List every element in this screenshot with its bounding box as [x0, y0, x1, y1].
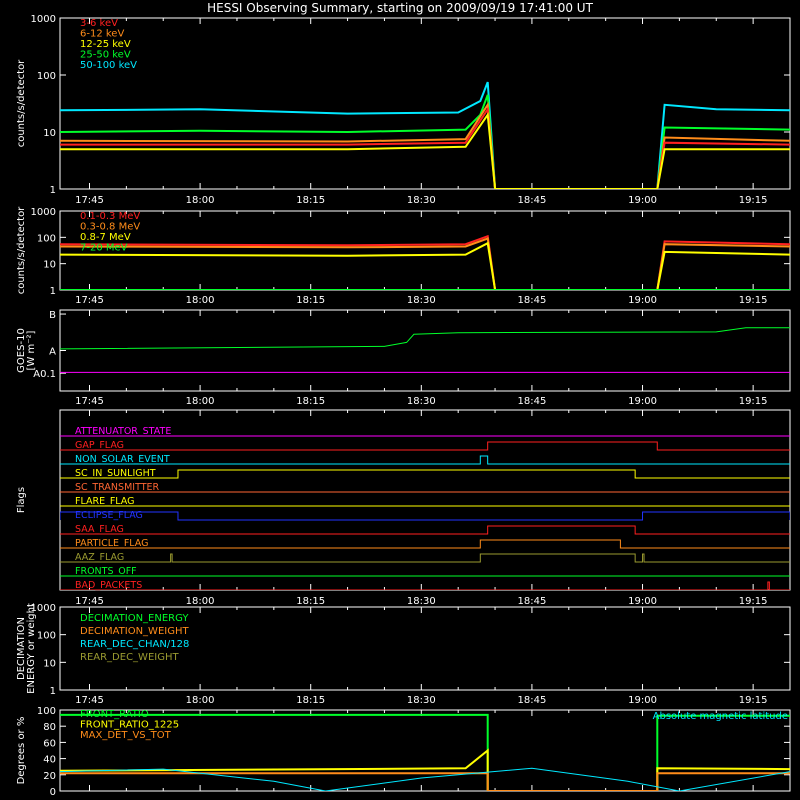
flag-label: BAD_PACKETS: [75, 580, 142, 591]
y-tick-label: 100: [37, 71, 56, 82]
legend-entry: REAR_DEC_CHAN/128: [80, 639, 189, 650]
flag-label: GAP_FLAG: [75, 440, 124, 451]
y-axis-label-2: [W m⁻²]: [26, 330, 37, 370]
x-tick-label: 19:15: [739, 695, 768, 706]
flag-label: ATTENUATOR_STATE: [75, 426, 171, 437]
x-tick-label: 19:00: [628, 596, 657, 607]
legend-entry: 0.8-7 MeV: [80, 232, 131, 243]
x-tick-label: 18:45: [518, 295, 547, 306]
y-tick-label: 1000: [31, 14, 56, 25]
x-tick-label: 18:30: [407, 396, 436, 407]
x-tick-label: 17:45: [75, 295, 104, 306]
x-tick-label: 18:45: [518, 195, 547, 206]
y-tick-label: 10: [43, 658, 56, 669]
y-tick-label: 1: [50, 185, 56, 196]
flag-label: FRONTS_OFF: [75, 566, 137, 577]
y-tick-label: 100: [37, 706, 56, 717]
y-axis-label-2: ENERGY or weight: [26, 603, 37, 694]
x-tick-label: 18:15: [296, 295, 325, 306]
y-tick-label: 10: [43, 260, 56, 271]
hessi-summary-figure: HESSI Observing Summary, starting on 200…: [0, 0, 800, 800]
y-axis-label: counts/s/detector: [16, 206, 27, 294]
figure-background: [0, 0, 800, 800]
x-tick-label: 18:00: [186, 396, 215, 407]
y-tick-label: 80: [43, 722, 56, 733]
x-tick-label: 19:15: [739, 596, 768, 607]
y-tick-label: 10: [43, 128, 56, 139]
legend-entry: DECIMATION_ENERGY: [80, 613, 189, 624]
x-tick-label: 18:00: [186, 295, 215, 306]
x-tick-label: 18:30: [407, 596, 436, 607]
legend-entry: 50-100 keV: [80, 60, 137, 71]
legend-entry: 3-6 keV: [80, 18, 118, 29]
legend-entry: 12-25 keV: [80, 39, 131, 50]
x-tick-label: 17:45: [75, 596, 104, 607]
x-tick-label: 18:00: [186, 596, 215, 607]
legend-entry: MAX_DET_VS_TOT: [80, 730, 172, 741]
y-tick-label: 100: [37, 233, 56, 244]
y-tick-label: 100: [37, 631, 56, 642]
x-tick-label: 19:00: [628, 695, 657, 706]
x-tick-label: 18:30: [407, 295, 436, 306]
flag-label: PARTICLE_FLAG: [75, 538, 148, 549]
x-tick-label: 18:15: [296, 695, 325, 706]
y-tick-label: 60: [43, 738, 56, 749]
x-tick-label: 19:00: [628, 295, 657, 306]
legend-entry: 25-50 keV: [80, 50, 131, 61]
y-axis-label: counts/s/detector: [16, 59, 27, 147]
legend-entry: REAR_DEC_WEIGHT: [80, 652, 179, 663]
y-tick-label: 1000: [31, 207, 56, 218]
y-axis-label: Degrees or %: [16, 717, 27, 785]
x-tick-label: 18:30: [407, 195, 436, 206]
x-tick-label: 17:45: [75, 695, 104, 706]
y-tick-label: 40: [43, 755, 56, 766]
y-tick-label: 20: [43, 771, 56, 782]
legend-entry: 0.1-0.3 MeV: [80, 211, 140, 222]
flag-label: SAA_FLAG: [75, 524, 124, 535]
x-tick-label: 18:45: [518, 596, 547, 607]
legend-entry: 6-12 keV: [80, 29, 124, 40]
x-tick-label: 18:30: [407, 695, 436, 706]
legend-entry: FRONT_RATIO_1225: [80, 720, 179, 731]
figure-title: HESSI Observing Summary, starting on 200…: [207, 1, 593, 15]
y-tick-label: 0: [50, 787, 56, 798]
flag-label: ECLIPSE_FLAG: [75, 510, 143, 521]
legend-entry: DECIMATION_WEIGHT: [80, 626, 189, 637]
x-tick-label: 18:15: [296, 596, 325, 607]
flag-label: AAZ_FLAG: [75, 552, 124, 563]
x-tick-label: 19:15: [739, 195, 768, 206]
x-tick-label: 18:45: [518, 695, 547, 706]
x-tick-label: 19:00: [628, 396, 657, 407]
y-tick-label: 1: [50, 686, 56, 697]
flag-label: SC_TRANSMITTER: [75, 482, 160, 493]
y-tick-label: B: [49, 310, 56, 321]
x-tick-label: 18:00: [186, 695, 215, 706]
flag-label: NON_SOLAR_EVENT: [75, 454, 170, 465]
legend-entry: 7-20 MeV: [80, 243, 128, 254]
x-tick-label: 18:15: [296, 195, 325, 206]
y-tick-label: 1: [50, 286, 56, 297]
flag-label: FLARE_FLAG: [75, 496, 135, 507]
legend-entry: FRONT_RATIO: [80, 709, 149, 720]
y-axis-label: Flags: [16, 487, 27, 513]
legend-entry: 0.3-0.8 MeV: [80, 222, 140, 233]
flag-label: SC_IN_SUNLIGHT: [75, 468, 156, 479]
x-tick-label: 18:15: [296, 396, 325, 407]
x-tick-label: 17:45: [75, 396, 104, 407]
y-tick-label: A: [49, 347, 56, 358]
x-tick-label: 19:15: [739, 396, 768, 407]
legend-entry-right: Absolute magnetic latitude: [653, 711, 788, 722]
x-tick-label: 19:00: [628, 195, 657, 206]
x-tick-label: 18:00: [186, 195, 215, 206]
x-tick-label: 18:45: [518, 396, 547, 407]
x-tick-label: 17:45: [75, 195, 104, 206]
x-tick-label: 19:15: [739, 295, 768, 306]
